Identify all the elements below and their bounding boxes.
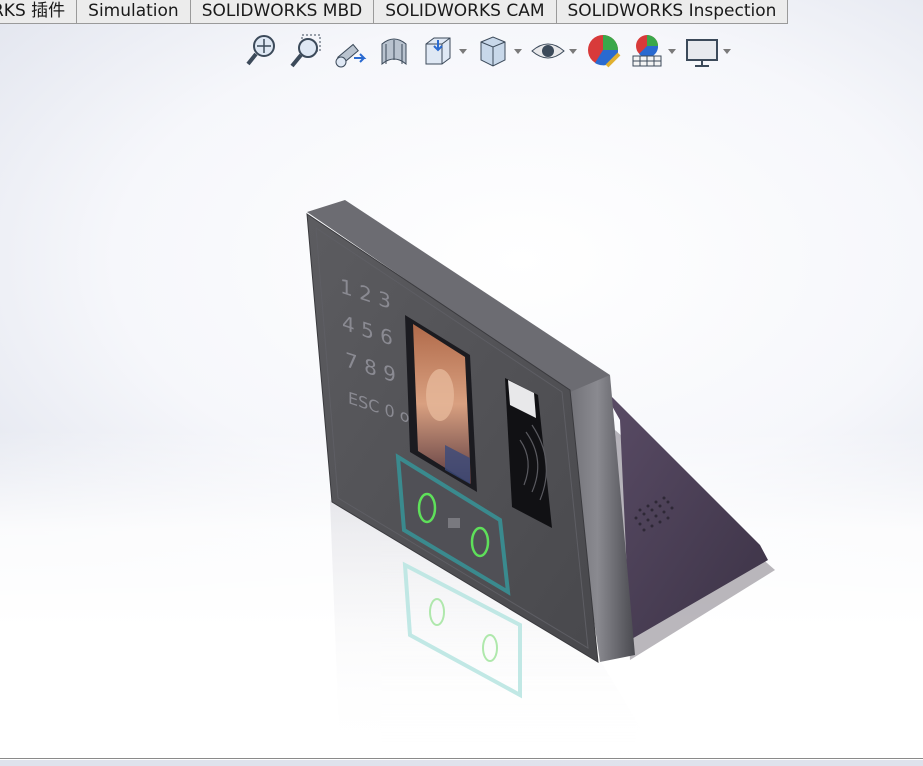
tab-addins[interactable]: RKS 插件 [0,0,78,24]
tab-inspection[interactable]: SOLIDWORKS Inspection [556,0,789,24]
view-settings-icon [686,39,718,67]
previous-view-icon [335,43,367,68]
zoom-to-fit-button[interactable] [244,32,280,70]
heads-up-view-toolbar [244,31,739,71]
command-manager-tabs: RKS 插件 Simulation SOLIDWORKS MBD SOLIDWO… [0,0,789,25]
section-view-button[interactable] [376,32,412,70]
chevron-down-icon[interactable] [514,48,522,54]
edit-appearance-icon [588,35,621,68]
tab-cam[interactable]: SOLIDWORKS CAM [374,0,557,24]
view-orientation-button[interactable] [420,32,467,70]
zoom-to-area-button[interactable] [288,32,324,70]
view-settings-button[interactable] [684,32,731,70]
chevron-down-icon[interactable] [459,48,467,54]
zoom-to-fit-icon [246,35,275,66]
edit-appearance-button[interactable] [585,32,621,70]
tab-mbd[interactable]: SOLIDWORKS MBD [190,0,375,24]
status-bar-border [0,758,923,759]
zoom-to-area-icon [290,34,321,68]
section-view-icon [381,38,407,66]
hide-show-items-button[interactable] [530,32,577,70]
apply-scene-button[interactable] [629,32,676,70]
chevron-down-icon[interactable] [723,48,731,54]
view-orientation-icon [425,37,451,65]
apply-scene-icon [632,35,662,67]
model-view[interactable]: 1 2 3 4 5 6 7 8 9 ESC 0 ok [0,0,923,766]
display-style-button[interactable] [475,32,522,70]
display-style-icon [480,36,506,67]
previous-view-button[interactable] [332,32,368,70]
tab-simulation[interactable]: Simulation [77,0,191,24]
hide-show-items-icon [531,43,565,59]
chevron-down-icon[interactable] [668,48,676,54]
chevron-down-icon[interactable] [569,48,577,54]
